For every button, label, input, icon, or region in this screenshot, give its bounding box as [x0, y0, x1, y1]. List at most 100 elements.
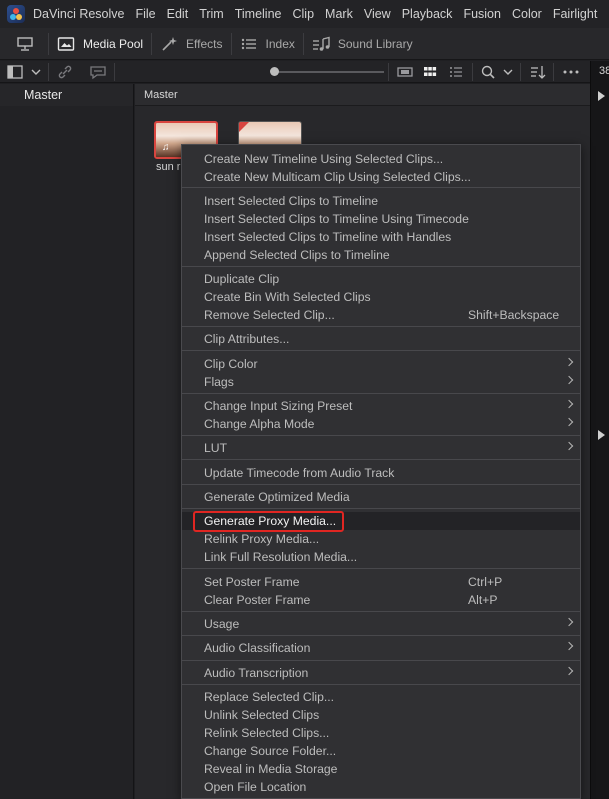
menu-playback[interactable]: Playback [402, 7, 453, 21]
menu-fusion[interactable]: Fusion [463, 7, 501, 21]
more-icon[interactable] [562, 64, 580, 80]
subbar-divider [388, 63, 389, 81]
menu-item-create-multicam-clip[interactable]: Create New Multicam Clip Using Selected … [182, 168, 580, 186]
menu-separator [182, 435, 580, 436]
menu-separator [182, 350, 580, 351]
subbar-divider [520, 63, 521, 81]
menu-timeline[interactable]: Timeline [235, 7, 282, 21]
menu-clip[interactable]: Clip [293, 7, 315, 21]
monitor-icon [17, 36, 33, 51]
timecode-fragment: 38 [599, 65, 609, 77]
menu-mark[interactable]: Mark [325, 7, 353, 21]
zoom-slider-handle[interactable] [270, 67, 279, 76]
play-arrow-icon[interactable] [598, 430, 605, 440]
menu-item-duplicate-clip[interactable]: Duplicate Clip [182, 270, 580, 288]
menu-item-usage[interactable]: Usage [182, 615, 580, 633]
menu-item-change-input-sizing[interactable]: Change Input Sizing Preset [182, 397, 580, 415]
menu-item-audio-transcription[interactable]: Audio Transcription [182, 664, 580, 682]
play-arrow-icon[interactable] [598, 91, 605, 101]
menu-item-relink-clips[interactable]: Relink Selected Clips... [182, 724, 580, 742]
menu-item-append-clips[interactable]: Append Selected Clips to Timeline [182, 246, 580, 264]
menu-separator [182, 484, 580, 485]
menu-item-set-poster-frame[interactable]: Set Poster Frame Ctrl+P [182, 573, 580, 591]
menu-item-generate-optimized-media[interactable]: Generate Optimized Media [182, 488, 580, 506]
menu-trim[interactable]: Trim [199, 7, 224, 21]
breadcrumb-master[interactable]: Master [144, 89, 178, 101]
menu-item-label: Change Input Sizing Preset [204, 399, 353, 413]
menu-item-clear-poster-frame[interactable]: Clear Poster Frame Alt+P [182, 591, 580, 609]
menu-app-name[interactable]: DaVinci Resolve [33, 7, 124, 21]
menu-edit[interactable]: Edit [167, 7, 189, 21]
menu-item-reveal-media-storage[interactable]: Reveal in Media Storage [182, 760, 580, 778]
chevron-down-icon[interactable] [30, 64, 42, 80]
filmstrip-view-icon[interactable] [397, 64, 413, 80]
media-pool-toolbar [0, 61, 590, 83]
menu-item-label: Create New Multicam Clip Using Selected … [204, 170, 471, 184]
menu-item-insert-clips-timecode[interactable]: Insert Selected Clips to Timeline Using … [182, 210, 580, 228]
menu-item-change-source-folder[interactable]: Change Source Folder... [182, 742, 580, 760]
chevron-down-icon[interactable] [502, 64, 514, 80]
menu-item-label: Usage [204, 617, 240, 631]
submenu-chevron-icon [564, 441, 574, 451]
menu-item-label: Generate Optimized Media [204, 490, 350, 504]
menu-separator [182, 326, 580, 327]
menu-item-label: Create New Timeline Using Selected Clips… [204, 152, 444, 166]
search-icon[interactable] [480, 64, 496, 80]
menu-item-relink-proxy-media[interactable]: Relink Proxy Media... [182, 530, 580, 548]
index-button[interactable]: Index [232, 28, 303, 60]
menu-item-update-timecode[interactable]: Update Timecode from Audio Track [182, 464, 580, 482]
subbar-divider [472, 63, 473, 81]
menu-item-insert-clips-handles[interactable]: Insert Selected Clips to Timeline with H… [182, 228, 580, 246]
list-view-icon[interactable] [448, 64, 464, 80]
effects-button[interactable]: Effects [152, 28, 230, 60]
menu-item-label: Insert Selected Clips to Timeline [204, 194, 379, 208]
menu-item-remove-clip[interactable]: Remove Selected Clip... Shift+Backspace [182, 306, 580, 324]
sort-icon[interactable] [529, 64, 547, 80]
menu-separator [182, 611, 580, 612]
menu-item-label: Append Selected Clips to Timeline [204, 248, 390, 262]
menu-item-audio-classification[interactable]: Audio Classification [182, 639, 580, 657]
menu-item-change-alpha-mode[interactable]: Change Alpha Mode [182, 415, 580, 433]
menu-item-insert-clips[interactable]: Insert Selected Clips to Timeline [182, 192, 580, 210]
menu-file[interactable]: File [135, 7, 155, 21]
menu-item-create-bin[interactable]: Create Bin With Selected Clips [182, 288, 580, 306]
zoom-slider-track[interactable] [272, 71, 384, 73]
menu-separator [182, 459, 580, 460]
submenu-chevron-icon [564, 417, 574, 427]
sound-library-label: Sound Library [337, 36, 413, 51]
menu-item-label: Clip Color [204, 357, 258, 371]
panel-toggle-icon[interactable] [7, 64, 23, 80]
monitor-button[interactable] [0, 28, 48, 60]
link-icon[interactable] [57, 64, 73, 80]
menu-item-label: Replace Selected Clip... [204, 690, 335, 704]
menu-separator [182, 635, 580, 636]
menu-item-create-new-timeline[interactable]: Create New Timeline Using Selected Clips… [182, 150, 580, 168]
clip-name[interactable]: sun ri [156, 161, 183, 173]
menu-item-open-file-location[interactable]: Open File Location [182, 778, 580, 796]
menu-item-label: Audio Classification [204, 641, 311, 655]
menu-color[interactable]: Color [512, 7, 542, 21]
grid-view-icon[interactable] [422, 64, 438, 80]
media-pool-button[interactable]: Media Pool [49, 28, 151, 60]
menu-view[interactable]: View [364, 7, 391, 21]
effects-icon [162, 36, 178, 51]
menu-fairlight[interactable]: Fairlight [553, 7, 597, 21]
menu-item-label: Update Timecode from Audio Track [204, 466, 395, 480]
submenu-chevron-icon [564, 375, 574, 385]
menu-item-label: Change Source Folder... [204, 744, 337, 758]
menu-item-label: Unlink Selected Clips [204, 708, 320, 722]
sound-library-button[interactable]: Sound Library [304, 28, 421, 60]
speech-icon[interactable] [89, 64, 107, 80]
highlight-outline [193, 511, 344, 532]
bin-master[interactable]: Master [0, 84, 133, 106]
menu-item-flags[interactable]: Flags [182, 373, 580, 391]
breadcrumb: Master [135, 84, 590, 106]
menu-item-link-full-resolution[interactable]: Link Full Resolution Media... [182, 548, 580, 566]
menu-item-unlink-clips[interactable]: Unlink Selected Clips [182, 706, 580, 724]
menu-item-clip-attributes[interactable]: Clip Attributes... [182, 330, 580, 348]
menu-item-label: Reveal in Media Storage [204, 762, 338, 776]
menu-item-clip-color[interactable]: Clip Color [182, 355, 580, 373]
menu-item-replace-clip[interactable]: Replace Selected Clip... [182, 688, 580, 706]
app-logo-icon[interactable] [7, 5, 25, 23]
menu-item-lut[interactable]: LUT [182, 439, 580, 457]
